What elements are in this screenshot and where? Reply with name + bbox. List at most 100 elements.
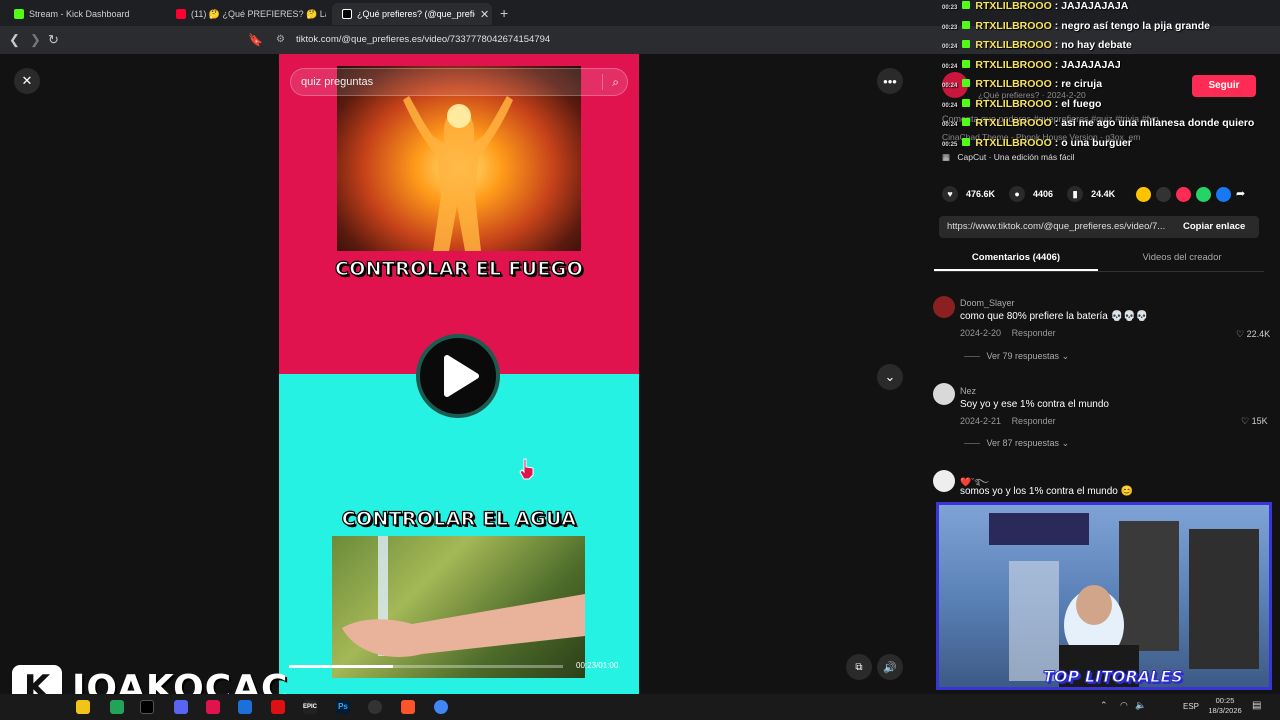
chat-username[interactable]: RTXLILBROOO [975,98,1051,110]
capcut-link[interactable]: ▦ CapCut · Una edición más fácil [942,152,1075,163]
top-option-caption: CONTROLAR EL FUEGO [334,257,584,280]
next-video-chevron-down-icon[interactable]: ⌄ [877,364,903,390]
view-replies-button[interactable]: Ver 79 respuestas ⌄ [964,351,1069,362]
play-button[interactable] [416,334,500,418]
chat-text: : JAJAJAJAJA [1054,0,1129,12]
chat-username[interactable]: RTXLILBROOO [975,137,1051,149]
follow-button[interactable]: Seguir [1192,75,1256,97]
whatsapp-icon[interactable] [1196,187,1211,202]
reply-button[interactable]: Responder [1012,416,1056,426]
progress-track[interactable] [289,665,563,668]
whatsapp-app-icon[interactable] [110,700,124,714]
chat-username[interactable]: RTXLILBROOO [975,39,1051,51]
chat-message: 00:24 RTXLILBROOO: el fuego [942,98,1101,110]
chat-message: 00:24 RTXLILBROOO: re ciruja [942,78,1102,90]
view-replies-button[interactable]: Ver 87 respuestas ⌄ [964,438,1069,449]
facebook-icon[interactable] [1216,187,1231,202]
network-icon[interactable]: ◠ [1120,700,1128,711]
share-coin-icon[interactable] [1136,187,1151,202]
close-video-button[interactable]: ✕ [14,68,40,94]
avatar[interactable] [933,383,955,405]
app-icon[interactable] [206,700,220,714]
clock-date: 18/3/2026 [1208,706,1242,715]
comment-username[interactable]: Nez [960,386,976,396]
view-replies-label: Ver 87 respuestas [986,438,1060,448]
chat-username[interactable]: RTXLILBROOO [975,20,1051,32]
tray-chevron-up-icon[interactable]: ⌃ [1100,700,1108,711]
capcut-icon: ▦ [942,152,951,162]
tab-label: ¿Qué prefieres? (@que_prefieres [357,9,475,19]
avatar[interactable] [933,296,955,318]
tab-kick-dashboard[interactable]: Stream - Kick Dashboard [4,3,164,25]
obs-icon[interactable] [368,700,382,714]
back-icon[interactable]: ❮ [9,32,20,48]
video-player[interactable]: CONTROLAR EL FUEGO CONTROLAR EL AGUA 00:… [279,54,639,694]
forward-icon[interactable]: ❯ [30,32,41,48]
reload-icon[interactable]: ↻ [48,32,59,48]
tab-creator-videos[interactable]: Videos del creador [1100,252,1264,263]
chat-text: : así me ago una milanesa donde quiero [1054,117,1255,129]
comment-icon[interactable]: ● [1009,186,1026,202]
site-settings-icon[interactable]: ⚙ [276,30,285,50]
epic-games-icon[interactable]: EPIC [303,700,317,714]
avatar[interactable] [933,470,955,492]
comment-text: Soy yo y ese 1% contra el mundo [960,399,1109,410]
share-arrow-icon[interactable]: ➦ [1236,187,1251,202]
tiktok-app-icon[interactable] [140,700,154,714]
search-placeholder: quiz preguntas [301,76,374,88]
comment-username[interactable]: Doom_Slayer [960,298,1015,308]
video-time: 00:23/01:00 [576,661,619,670]
reply-button[interactable]: Responder [1012,328,1056,338]
chat-username[interactable]: RTXLILBROOO [975,117,1051,129]
close-tab-icon[interactable]: ✕ [480,8,489,21]
tiktok-favicon-icon [342,9,352,19]
clock[interactable]: 00:25 18/3/2026 [1205,696,1245,716]
chat-message: 00:24 RTXLILBROOO: no hay debate [942,39,1132,51]
brave-browser-icon[interactable] [401,700,415,714]
photoshop-icon[interactable]: Ps [336,700,350,714]
embed-icon[interactable] [1156,187,1171,202]
share-link-box: https://www.tiktok.com/@que_prefieres.es… [939,216,1259,238]
app-icon[interactable] [238,700,252,714]
tab-youtube[interactable]: (11) 🤔 ¿Qué PREFIERES? 🤔 Las Dec [166,3,326,25]
play-icon [444,355,479,397]
tab-comments[interactable]: Comentarios (4406) [934,252,1098,263]
bookmark-save-icon[interactable]: ▮ [1067,186,1084,202]
search-input[interactable]: quiz preguntas ⌕ [290,68,628,96]
speaker-icon[interactable]: 🔈 [1135,700,1146,711]
more-options-icon[interactable]: ••• [877,68,903,94]
kick-badge-icon [962,137,971,146]
floating-player-icon[interactable]: ⧉ [846,654,872,680]
file-explorer-icon[interactable] [76,700,90,714]
like-icon[interactable]: ♥ [942,186,958,202]
tabs-divider [934,271,1264,272]
send-icon[interactable] [1176,187,1191,202]
volume-icon[interactable]: 🔊 [877,654,903,680]
chat-text: : o una burguer [1054,136,1132,149]
language-indicator[interactable]: ESP [1183,702,1199,711]
notifications-icon[interactable]: ▤ [1252,700,1261,711]
tab-tiktok[interactable]: ¿Qué prefieres? (@que_prefieres ✕ [332,3,492,25]
replies-line [964,443,980,445]
chat-timestamp: 00:23 [942,5,958,11]
heart-outline-icon: ♡ [1241,416,1250,426]
address-bar[interactable]: ⚙ tiktok.com/@que_prefieres.es/video/733… [270,30,930,50]
comment-like[interactable]: ♡ 15K [1241,416,1268,427]
comment-meta: 2024-2-20 Responder [960,328,1056,338]
app-icon[interactable] [271,700,285,714]
share-url[interactable]: https://www.tiktok.com/@que_prefieres.es… [947,221,1172,232]
discord-app-icon[interactable] [174,700,188,714]
chat-username[interactable]: RTXLILBROOO [975,78,1051,90]
comment-like[interactable]: ♡ 22.4K [1236,329,1270,340]
webcam-scene [989,513,1259,687]
chat-text: : negro así tengo la pija grande [1054,19,1210,32]
chat-username[interactable]: RTXLILBROOO [975,59,1051,71]
chrome-icon[interactable] [434,700,448,714]
chat-username[interactable]: RTXLILBROOO [975,0,1051,12]
bookmark-icon[interactable]: 🔖 [248,32,263,48]
heart-outline-icon: ♡ [1236,329,1245,339]
comment-like-count: 22.4K [1246,329,1271,339]
search-icon[interactable]: ⌕ [612,69,619,95]
copy-link-button[interactable]: Copiar enlace [1183,221,1245,232]
new-tab-button[interactable]: + [500,5,508,21]
